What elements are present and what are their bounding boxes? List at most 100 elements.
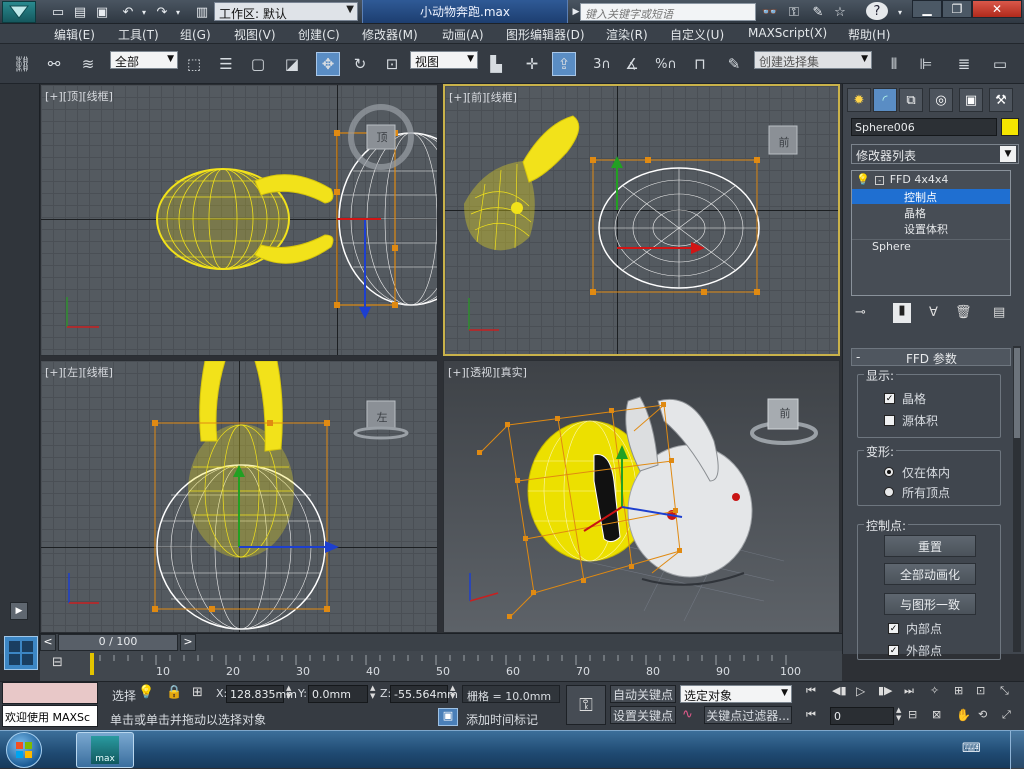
go-to-start-icon[interactable]: ⏮ — [806, 684, 816, 698]
redo-dropdown-icon[interactable]: ▾ — [168, 2, 188, 22]
key-mode-toggle-icon[interactable]: ⏮ — [806, 708, 816, 722]
set-key-button[interactable]: 设置关键点 — [610, 706, 676, 724]
modifier-stack-subitem[interactable]: 控制点 — [852, 189, 1010, 204]
maxscript-welcome-field[interactable]: 欢迎使用 MAXSc — [2, 705, 98, 727]
new-file-icon[interactable]: ▭ — [48, 2, 68, 22]
y-coord-field[interactable]: 0.0mm — [308, 685, 368, 703]
named-selection-dropdown[interactable]: 创建选择集 ▼ — [754, 51, 872, 69]
viewcube-front-face[interactable]: 前 — [773, 134, 795, 152]
outside-points-checkbox[interactable]: ✓ — [888, 645, 899, 656]
help-dropdown-icon[interactable]: ▾ — [890, 2, 910, 22]
modify-tab-icon[interactable]: ◜ — [873, 88, 897, 112]
keyboard-shortcut-override-icon[interactable]: ⇪ — [552, 52, 576, 76]
mirror-icon[interactable]: ⫴ — [882, 52, 906, 76]
time-slider-thumb[interactable]: 0 / 100 — [58, 634, 178, 651]
select-object-icon[interactable]: ⬚ — [182, 52, 206, 76]
only-in-volume-radio[interactable] — [884, 467, 894, 477]
viewport-left[interactable]: [+][左][线框] 左 — [40, 360, 438, 633]
viewport-perspective[interactable]: [+][透视][真实] 前 — [443, 360, 840, 633]
help-icon[interactable]: ? — [866, 2, 888, 20]
go-to-end-icon[interactable]: ⏭ — [904, 684, 914, 698]
show-end-result-icon[interactable]: ▮ — [893, 303, 911, 323]
track-bar[interactable]: ⊟ 10 20 30 40 50 60 70 80 90 100 — [40, 651, 842, 681]
z-coord-field[interactable]: -55.564mm — [390, 685, 458, 703]
conform-to-shape-button[interactable]: 与图形一致 — [884, 593, 976, 615]
play-icon[interactable]: ▷ — [856, 684, 865, 698]
menu-edit[interactable]: 编辑(E) — [54, 26, 95, 43]
save-file-icon[interactable]: ▣ — [92, 2, 112, 22]
time-prev-button[interactable]: < — [40, 634, 56, 651]
previous-frame-icon[interactable]: ◀▮ — [832, 684, 847, 697]
spinner-snap-icon[interactable]: ⊓ — [688, 52, 712, 76]
hierarchy-tab-icon[interactable]: ⧉ — [899, 88, 923, 112]
menu-group[interactable]: 组(G) — [180, 26, 211, 43]
x-coord-field[interactable]: 128.835mm — [226, 685, 297, 703]
search-input[interactable]: 键入关键字或短语 — [580, 3, 756, 21]
configure-modifier-sets-icon[interactable]: ▤ — [993, 305, 1005, 320]
lattice-checkbox[interactable]: ✓ — [884, 393, 895, 404]
menu-create[interactable]: 创建(C) — [298, 26, 340, 43]
modifier-list-dropdown[interactable]: 修改器列表 ▼ — [851, 144, 1019, 164]
display-tab-icon[interactable]: ▣ — [959, 88, 983, 112]
source-volume-checkbox[interactable] — [884, 415, 895, 426]
time-configuration-icon[interactable]: ⊟ — [908, 708, 917, 721]
create-tab-icon[interactable]: ✹ — [847, 88, 871, 112]
pivot-center-icon[interactable]: ▙ — [484, 52, 508, 76]
spinner-icon[interactable]: ▲ ▼ — [286, 684, 291, 700]
windows-start-icon[interactable] — [6, 732, 42, 768]
close-button[interactable]: ✕ — [972, 0, 1022, 18]
key-filters-curve-icon[interactable]: ∿ — [682, 707, 693, 722]
set-key-icon[interactable]: ⚿ — [566, 685, 606, 725]
select-by-name-icon[interactable]: ☰ — [214, 52, 238, 76]
link-icon[interactable]: ⛓ — [10, 52, 34, 76]
pan-hand-icon[interactable]: ✋ — [956, 708, 971, 722]
percent-snap-icon[interactable]: % ∩ — [654, 52, 678, 76]
menu-maxscript[interactable]: MAXScript(X) — [748, 26, 827, 40]
project-folder-icon[interactable]: ▥ — [192, 2, 212, 22]
rectangular-selection-icon[interactable]: ▢ — [246, 52, 270, 76]
light-bulb-icon[interactable]: 💡 — [856, 173, 870, 186]
menu-graph-editors[interactable]: 图形编辑器(D) — [506, 26, 585, 43]
spinner-icon[interactable]: ▲ ▼ — [450, 684, 455, 700]
zoom-all-icon[interactable]: ✧ — [930, 684, 939, 697]
maxscript-listener-mini[interactable] — [2, 682, 98, 704]
object-color-swatch[interactable] — [1001, 118, 1019, 136]
mini-curve-editor-icon[interactable]: ⊟ — [52, 655, 63, 670]
current-frame-field[interactable]: 0 — [830, 707, 894, 725]
viewport-top[interactable]: [+][顶][线框] 顶 — [40, 84, 438, 356]
window-crossing-icon[interactable]: ◪ — [280, 52, 304, 76]
inside-points-checkbox[interactable]: ✓ — [888, 623, 899, 634]
utilities-tab-icon[interactable]: ⚒ — [989, 88, 1013, 112]
reset-button[interactable]: 重置 — [884, 535, 976, 557]
taskbar-3dsmax-button[interactable]: max — [76, 732, 134, 768]
remove-modifier-icon[interactable]: 🗑 — [955, 305, 972, 320]
menu-help[interactable]: 帮助(H) — [848, 26, 890, 43]
modifier-stack-item[interactable]: 💡 - FFD 4x4x4 — [856, 173, 1010, 188]
motion-tab-icon[interactable]: ◎ — [929, 88, 953, 112]
rollout-collapse-icon[interactable]: - — [856, 350, 860, 364]
binoculars-icon[interactable]: 👓 — [760, 2, 780, 22]
menu-tools[interactable]: 工具(T) — [118, 26, 159, 43]
menu-views[interactable]: 视图(V) — [234, 26, 276, 43]
communication-center-icon[interactable]: ✎ — [808, 2, 828, 22]
zoom-region-icon[interactable]: ⊠ — [932, 708, 941, 721]
all-vertices-radio[interactable] — [884, 487, 894, 497]
maximize-viewport-icon[interactable]: ⤢ — [1002, 708, 1011, 722]
key-filters-button[interactable]: 关键点过滤器... — [704, 706, 792, 724]
snaps-toggle-icon[interactable]: 3 ∩ — [590, 52, 614, 76]
next-frame-icon[interactable]: ▮▶ — [878, 684, 893, 697]
time-next-button[interactable]: > — [180, 634, 196, 651]
menu-customize[interactable]: 自定义(U) — [670, 26, 724, 43]
select-and-move-icon[interactable]: ✥ — [316, 52, 340, 76]
selection-lock-icon[interactable]: 🔒 — [166, 685, 182, 700]
spinner-icon[interactable]: ▲ ▼ — [370, 684, 375, 700]
ffd-params-rollout[interactable]: - FFD 参数 — [851, 348, 1011, 366]
menu-rendering[interactable]: 渲染(R) — [606, 26, 648, 43]
animate-all-button[interactable]: 全部动画化 — [884, 563, 976, 585]
restore-button[interactable]: ❐ — [942, 0, 972, 18]
favorites-star-icon[interactable]: ☆ — [830, 2, 850, 22]
orbit-icon[interactable]: ⟲ — [978, 708, 987, 721]
viewcube-top-face[interactable]: 顶 — [371, 129, 393, 147]
align-icon[interactable]: ⊫ — [914, 52, 938, 76]
isolate-icon[interactable]: 💡 — [138, 685, 154, 700]
